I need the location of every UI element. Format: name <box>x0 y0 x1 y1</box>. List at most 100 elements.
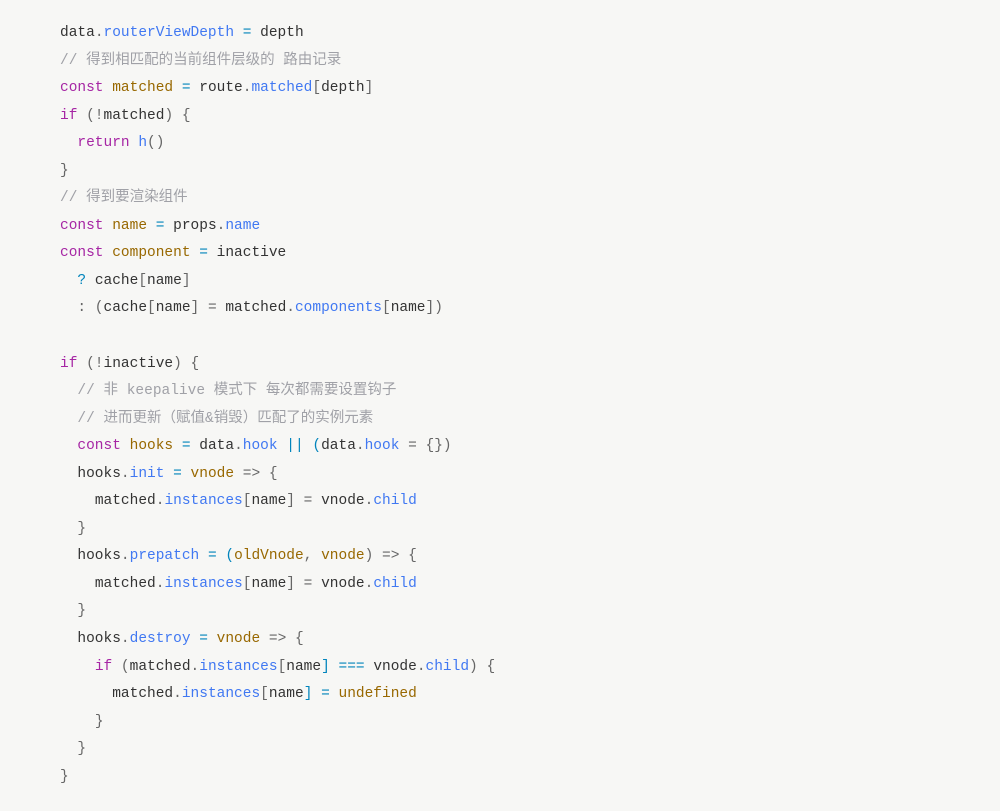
code-line: } <box>60 163 69 179</box>
token: vnode <box>321 576 365 592</box>
token: . <box>191 659 200 675</box>
token: ( <box>112 659 129 675</box>
code-line: // 非 keepalive 模式下 每次都需要设置钩子 <box>60 383 396 399</box>
token: matched <box>112 686 173 702</box>
token: ] === <box>321 659 373 675</box>
token: const <box>60 245 104 261</box>
token: inactive <box>208 245 286 261</box>
token: name <box>156 300 191 316</box>
token: . <box>286 300 295 316</box>
token: name <box>391 300 426 316</box>
token: route <box>191 80 243 96</box>
token: ] = <box>286 493 321 509</box>
token: cache <box>95 273 139 289</box>
code-line: } <box>60 603 86 619</box>
token: ] = <box>286 576 321 592</box>
token: data <box>191 438 235 454</box>
code-line: hooks.prepatch = (oldVnode, vnode) => { <box>60 548 417 564</box>
token: matched <box>251 80 312 96</box>
token: [ <box>382 300 391 316</box>
token: = {}) <box>399 438 451 454</box>
code-line: data.routerViewDepth = depth <box>60 25 304 41</box>
token: component <box>104 245 200 261</box>
code-line: return h() <box>60 135 164 151</box>
token: } <box>77 603 86 619</box>
token: ] = <box>191 300 226 316</box>
token: vnode <box>217 631 261 647</box>
token: => { <box>260 631 304 647</box>
token: destroy <box>130 631 191 647</box>
token: = <box>199 245 208 261</box>
token: oldVnode <box>234 548 304 564</box>
token: . <box>365 576 374 592</box>
token: child <box>426 659 470 675</box>
token: matched <box>104 80 182 96</box>
token: = <box>191 631 217 647</box>
token: hooks <box>77 631 121 647</box>
token: name <box>251 493 286 509</box>
token: hooks <box>77 466 121 482</box>
code-line: } <box>60 714 104 730</box>
token: name <box>251 576 286 592</box>
token: = ( <box>199 548 234 564</box>
token: : ( <box>77 300 103 316</box>
token: [ <box>312 80 321 96</box>
code-line: hooks.init = vnode => { <box>60 466 278 482</box>
token: data <box>60 25 95 41</box>
token: routerViewDepth <box>104 25 235 41</box>
token: [ <box>147 300 156 316</box>
token: child <box>373 493 417 509</box>
token: const <box>77 438 121 454</box>
token: = <box>164 466 190 482</box>
token: name <box>147 273 182 289</box>
token: ? <box>77 273 94 289</box>
token: vnode <box>321 548 365 564</box>
token: } <box>60 769 69 785</box>
token: = <box>182 80 191 96</box>
code-line: const hooks = data.hook || (data.hook = … <box>60 438 452 454</box>
token: ) { <box>173 356 199 372</box>
token: . <box>121 466 130 482</box>
token: hook <box>243 438 278 454</box>
token: . <box>417 659 426 675</box>
token: instances <box>182 686 260 702</box>
token: instances <box>164 493 242 509</box>
token: . <box>95 25 104 41</box>
token: } <box>60 163 69 179</box>
token: inactive <box>104 356 174 372</box>
token: . <box>356 438 365 454</box>
token: ) => { <box>365 548 417 564</box>
token: } <box>77 521 86 537</box>
token: => { <box>234 466 278 482</box>
token: vnode <box>191 466 235 482</box>
token: init <box>130 466 165 482</box>
code-line: ? cache[name] <box>60 273 191 289</box>
code-line: matched.instances[name] = vnode.child <box>60 576 417 592</box>
token: name <box>269 686 304 702</box>
token: child <box>373 576 417 592</box>
code-line: : (cache[name] = matched.components[name… <box>60 300 443 316</box>
token: } <box>95 714 104 730</box>
token: hook <box>365 438 400 454</box>
token: hooks <box>77 548 121 564</box>
code-line: } <box>60 521 86 537</box>
token: data <box>321 438 356 454</box>
token: matched <box>104 108 165 124</box>
token: instances <box>199 659 277 675</box>
token: const <box>60 80 104 96</box>
code-line: // 得到要渲染组件 <box>60 190 188 206</box>
token: return <box>77 135 129 151</box>
token: instances <box>164 576 242 592</box>
token: . <box>121 548 130 564</box>
token: (! <box>77 108 103 124</box>
token: [ <box>278 659 287 675</box>
token: if <box>95 659 112 675</box>
token: matched <box>130 659 191 675</box>
comment: // 得到要渲染组件 <box>60 190 188 206</box>
code-line: const matched = route.matched[depth] <box>60 80 373 96</box>
token: ) { <box>164 108 190 124</box>
comment: // 得到相匹配的当前组件层级的 路由记录 <box>60 53 341 69</box>
code-block: data.routerViewDepth = depth // 得到相匹配的当前… <box>0 0 1000 811</box>
token: . <box>173 686 182 702</box>
token: depth <box>321 80 365 96</box>
